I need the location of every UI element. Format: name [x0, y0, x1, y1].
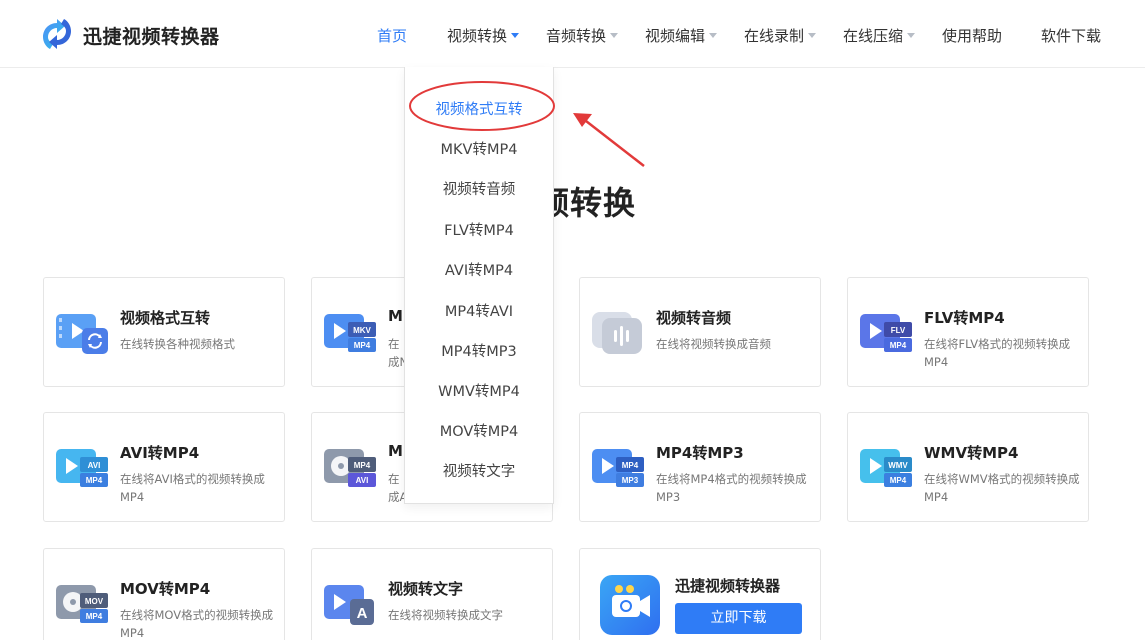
card-desc: 在线将WMV格式的视频转换成MP4: [924, 472, 1080, 504]
dropdown-item-mov-mp4[interactable]: MOV转MP4: [405, 420, 553, 441]
card-flv-mp4[interactable]: FLV MP4 FLV转MP4 在线将FLV格式的视频转换成MP4: [847, 277, 1089, 387]
caret-down-icon: [907, 33, 916, 38]
app-camera-icon: [600, 575, 660, 635]
dropdown-item-mkv-mp4[interactable]: MKV转MP4: [405, 138, 553, 159]
mkv-mp4-icon: MKV MP4: [324, 314, 376, 352]
badge-text: MOV: [85, 597, 104, 606]
badge-text: MP4: [890, 476, 907, 485]
dropdown-item-flv-mp4[interactable]: FLV转MP4: [405, 219, 553, 240]
card-title: 视频格式互转: [120, 309, 211, 327]
nav-home[interactable]: 首页: [377, 25, 407, 46]
card-wmv-mp4[interactable]: WMV MP4 WMV转MP4 在线将WMV格式的视频转换成MP4: [847, 412, 1089, 522]
badge-text: MP4: [354, 341, 371, 350]
card-mov-mp4[interactable]: MOV MP4 MOV转MP4 在线将MOV格式的视频转换成MP4: [43, 548, 285, 640]
card-avi-mp4[interactable]: AVI MP4 AVI转MP4 在线将AVI格式的视频转换成MP4: [43, 412, 285, 522]
audio-wave-icon: [592, 312, 642, 354]
badge-text: AVI: [356, 476, 369, 485]
card-title: M: [388, 442, 403, 460]
brand-logo-icon: [43, 19, 71, 49]
badge-text: MP4: [622, 461, 639, 470]
dropdown-item-mp4-mp3[interactable]: MP4转MP3: [405, 340, 553, 361]
nav-video-edit[interactable]: 视频编辑: [645, 25, 718, 46]
nav-download[interactable]: 软件下载: [1041, 25, 1101, 46]
card-title: FLV转MP4: [924, 309, 1005, 327]
card-desc: 在线将AVI格式的视频转换成MP4: [120, 472, 265, 504]
video-sync-icon: [56, 314, 108, 354]
dropdown-item-wmv-mp4[interactable]: WMV转MP4: [405, 380, 553, 401]
nav-video-convert[interactable]: 视频转换: [447, 25, 520, 46]
badge-text: MP4: [86, 612, 103, 621]
badge-text: MKV: [353, 326, 371, 335]
card-desc: 在线将FLV格式的视频转换成MP4: [924, 337, 1071, 369]
dropdown-item-video-audio[interactable]: 视频转音频: [405, 178, 553, 199]
card-title: AVI转MP4: [120, 444, 200, 462]
video-text-icon: A: [324, 585, 374, 625]
card-video-audio[interactable]: 视频转音频 在线将视频转换成音频: [579, 277, 821, 387]
nav-video-edit-label: 视频编辑: [645, 27, 706, 45]
badge-text: MP3: [622, 476, 639, 485]
top-navbar: 迅捷视频转换器 首页 视频转换 音频转换 视频编辑 在线录制 在线压缩 使用帮助…: [0, 0, 1145, 68]
card-title: MOV转MP4: [120, 580, 211, 598]
nav-online-record[interactable]: 在线录制: [744, 25, 817, 46]
mp4-avi-icon: MP4 AVI: [324, 449, 376, 487]
avi-mp4-icon: AVI MP4: [56, 449, 108, 487]
dropdown-item-avi-mp4[interactable]: AVI转MP4: [405, 259, 553, 280]
video-convert-dropdown: 视频格式互转 MKV转MP4 视频转音频 FLV转MP4 AVI转MP4 MP4…: [404, 67, 554, 504]
nav-online-record-label: 在线录制: [744, 27, 805, 45]
badge-text: MP4: [86, 476, 103, 485]
nav-video-convert-label: 视频转换: [447, 27, 508, 45]
svg-text:A: A: [357, 605, 368, 622]
download-now-button[interactable]: 立即下载: [675, 603, 802, 634]
caret-down-icon: [808, 33, 817, 38]
flv-mp4-icon: FLV MP4: [860, 314, 912, 352]
card-title: 视频转音频: [656, 309, 732, 327]
caret-down-icon: [511, 33, 520, 38]
badge-text: MP4: [890, 341, 907, 350]
dropdown-item-video-text[interactable]: 视频转文字: [405, 460, 553, 481]
annotation-arrow-line: [585, 120, 645, 167]
caret-down-icon: [709, 33, 718, 38]
mov-mp4-icon: MOV MP4: [56, 585, 108, 623]
nav-audio-convert[interactable]: 音频转换: [546, 25, 619, 46]
card-title: M: [388, 307, 403, 325]
brand-name[interactable]: 迅捷视频转换器: [83, 22, 220, 49]
card-video-text[interactable]: A 视频转文字 在线将视频转换成文字: [311, 548, 553, 640]
dropdown-item-video-format[interactable]: 视频格式互转: [405, 98, 553, 119]
card-desc: 在线将视频转换成音频: [656, 337, 771, 351]
card-desc: 在线将MP4格式的视频转换成MP3: [656, 472, 807, 504]
page-title: 视频转换: [320, 178, 820, 224]
dropdown-item-mp4-avi[interactable]: MP4转AVI: [405, 300, 553, 321]
card-title: 视频转文字: [388, 580, 464, 598]
card-mp4-mp3[interactable]: MP4 MP3 MP4转MP3 在线将MP4格式的视频转换成MP3: [579, 412, 821, 522]
badge-text: WMV: [888, 461, 908, 470]
nav-online-compress-label: 在线压缩: [843, 27, 904, 45]
nav-help[interactable]: 使用帮助: [942, 25, 1002, 46]
badge-text: MP4: [354, 461, 371, 470]
wmv-mp4-icon: WMV MP4: [860, 449, 912, 487]
nav-online-compress[interactable]: 在线压缩: [843, 25, 916, 46]
card-title: 迅捷视频转换器: [675, 577, 781, 595]
annotation-arrow-head-icon: [573, 113, 592, 127]
card-download-app: 迅捷视频转换器 立即下载: [579, 548, 821, 640]
card-desc: 在线转换各种视频格式: [120, 337, 235, 351]
badge-text: AVI: [88, 461, 101, 470]
mp4-mp3-icon: MP4 MP3: [592, 449, 644, 487]
card-title: WMV转MP4: [924, 444, 1019, 462]
caret-down-icon: [610, 33, 619, 38]
badge-text: FLV: [891, 326, 906, 335]
card-desc: 在线将视频转换成文字: [388, 608, 503, 622]
nav-audio-convert-label: 音频转换: [546, 27, 607, 45]
card-video-format[interactable]: 视频格式互转 在线转换各种视频格式: [43, 277, 285, 387]
card-title: MP4转MP3: [656, 444, 744, 462]
card-desc: 在线将MOV格式的视频转换成MP4: [120, 608, 274, 640]
